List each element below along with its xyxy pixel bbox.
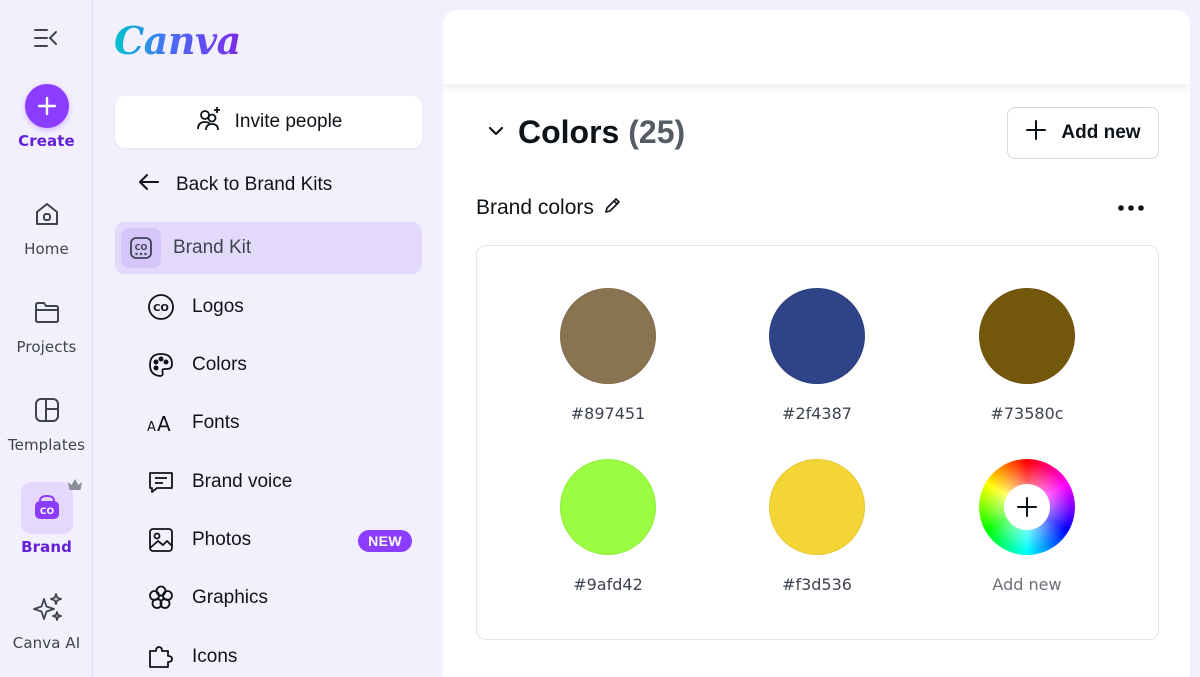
logo-co-icon: CO [146,292,176,322]
color-swatch[interactable]: #f3d536 [757,459,877,594]
brand-kit-icon: CO [121,228,161,268]
more-options-icon[interactable] [1113,196,1149,220]
color-swatch[interactable]: #73580c [967,288,1087,423]
puzzle-icon [146,642,176,672]
icons-label: Icons [192,646,238,667]
color-swatch[interactable]: #2f4387 [757,288,877,423]
colors-count: (25) [628,114,686,150]
add-color-swatch[interactable]: Add new [967,459,1087,594]
sidebar-item-photos[interactable]: Photos NEW [115,514,422,566]
fonts-label: Fonts [192,412,240,433]
swatch-hex: #897451 [570,404,646,423]
brand-colors-palette: #897451 #2f4387 #73580c #9afd42 #f3d536 … [476,245,1159,640]
palette-icon [146,350,176,380]
swatch-circle[interactable] [769,459,865,555]
swatch-circle[interactable] [979,288,1075,384]
create-button[interactable]: Create [0,84,93,150]
chevron-down-icon[interactable] [487,124,505,143]
swatch-hex: #f3d536 [782,575,852,594]
left-rail: Create Home Projects Templates CO Brand … [0,0,93,677]
back-to-brand-kits-link[interactable]: Back to Brand Kits [138,170,332,200]
svg-text:A: A [157,412,171,436]
swatch-hex: #73580c [990,404,1064,423]
swatch-circle[interactable] [560,288,656,384]
templates-icon [25,388,69,432]
rail-item-brand[interactable]: CO Brand [0,479,93,556]
logos-label: Logos [192,296,244,317]
flower-icon [146,583,176,613]
sidebar-item-logos[interactable]: CO Logos [115,281,422,333]
crown-icon [67,478,83,497]
svg-text:CO: CO [39,507,54,517]
collapse-menu-icon[interactable] [32,24,60,52]
color-wheel-icon[interactable] [979,459,1075,555]
svg-text:CO: CO [135,243,148,252]
invite-people-button[interactable]: Invite people [115,96,422,148]
rail-label-projects: Projects [16,338,77,356]
pencil-icon[interactable] [604,196,622,220]
rail-label-templates: Templates [7,436,86,454]
sidebar-item-brand-voice[interactable]: Brand voice [115,456,422,508]
brand-side-panel: Canva Invite people Back to Brand Kits C… [94,0,443,677]
rail-item-canva-ai[interactable]: Canva AI [0,586,93,652]
plus-icon [1025,119,1047,147]
image-icon [146,525,176,555]
sidebar-item-fonts[interactable]: A A Fonts [115,397,422,449]
canva-logo[interactable]: Canva [114,18,241,63]
sidebar-item-colors[interactable]: Colors [115,339,422,391]
sidebar-item-icons[interactable]: Icons [115,631,422,677]
back-label: Back to Brand Kits [176,174,333,195]
plus-icon [24,84,69,128]
brand-icon: CO [20,479,82,534]
color-swatch[interactable]: #9afd42 [548,459,668,594]
color-swatch[interactable]: #897451 [548,288,668,423]
add-color-label: Add new [992,575,1062,594]
new-badge: NEW [358,530,412,552]
swatch-hex: #2f4387 [782,404,852,423]
sparkle-icon [25,586,69,630]
svg-text:CO: CO [153,303,169,314]
brand-kit-label: Brand Kit [173,237,252,258]
colors-section-title: Colors (25) [518,114,685,151]
main-content: Colors (25) Add new Brand colors #897451… [443,10,1190,677]
font-icon: A A [146,408,176,438]
folder-icon [25,290,69,334]
rail-label-home: Home [24,240,69,258]
brand-colors-title: Brand colors [476,196,622,220]
rail-item-projects[interactable]: Projects [0,290,93,356]
add-user-icon [195,105,223,139]
rail-item-home[interactable]: Home [0,192,93,258]
colors-label: Colors [192,354,247,375]
section-title-text: Colors [518,114,620,150]
svg-text:A: A [147,420,156,435]
sidebar-item-graphics[interactable]: Graphics [115,572,422,624]
home-icon [25,192,69,236]
rail-label-canva-ai: Canva AI [12,634,81,652]
top-bar [443,10,1190,84]
add-new-button[interactable]: Add new [1007,107,1159,159]
swatch-circle[interactable] [560,459,656,555]
add-new-label: Add new [1061,122,1141,143]
message-icon [146,467,176,497]
sidebar-item-brand-kit[interactable]: CO Brand Kit [115,222,422,274]
swatch-hex: #9afd42 [573,575,643,594]
brand-colors-label: Brand colors [476,196,594,219]
create-label: Create [18,132,75,150]
invite-people-label: Invite people [234,111,343,132]
arrow-left-icon [138,173,160,197]
rail-label-brand: Brand [21,538,72,556]
graphics-label: Graphics [192,587,269,608]
plus-icon [1004,484,1050,530]
brand-voice-label: Brand voice [192,471,293,492]
photos-label: Photos [192,529,252,550]
rail-item-templates[interactable]: Templates [0,388,93,454]
swatch-circle[interactable] [769,288,865,384]
